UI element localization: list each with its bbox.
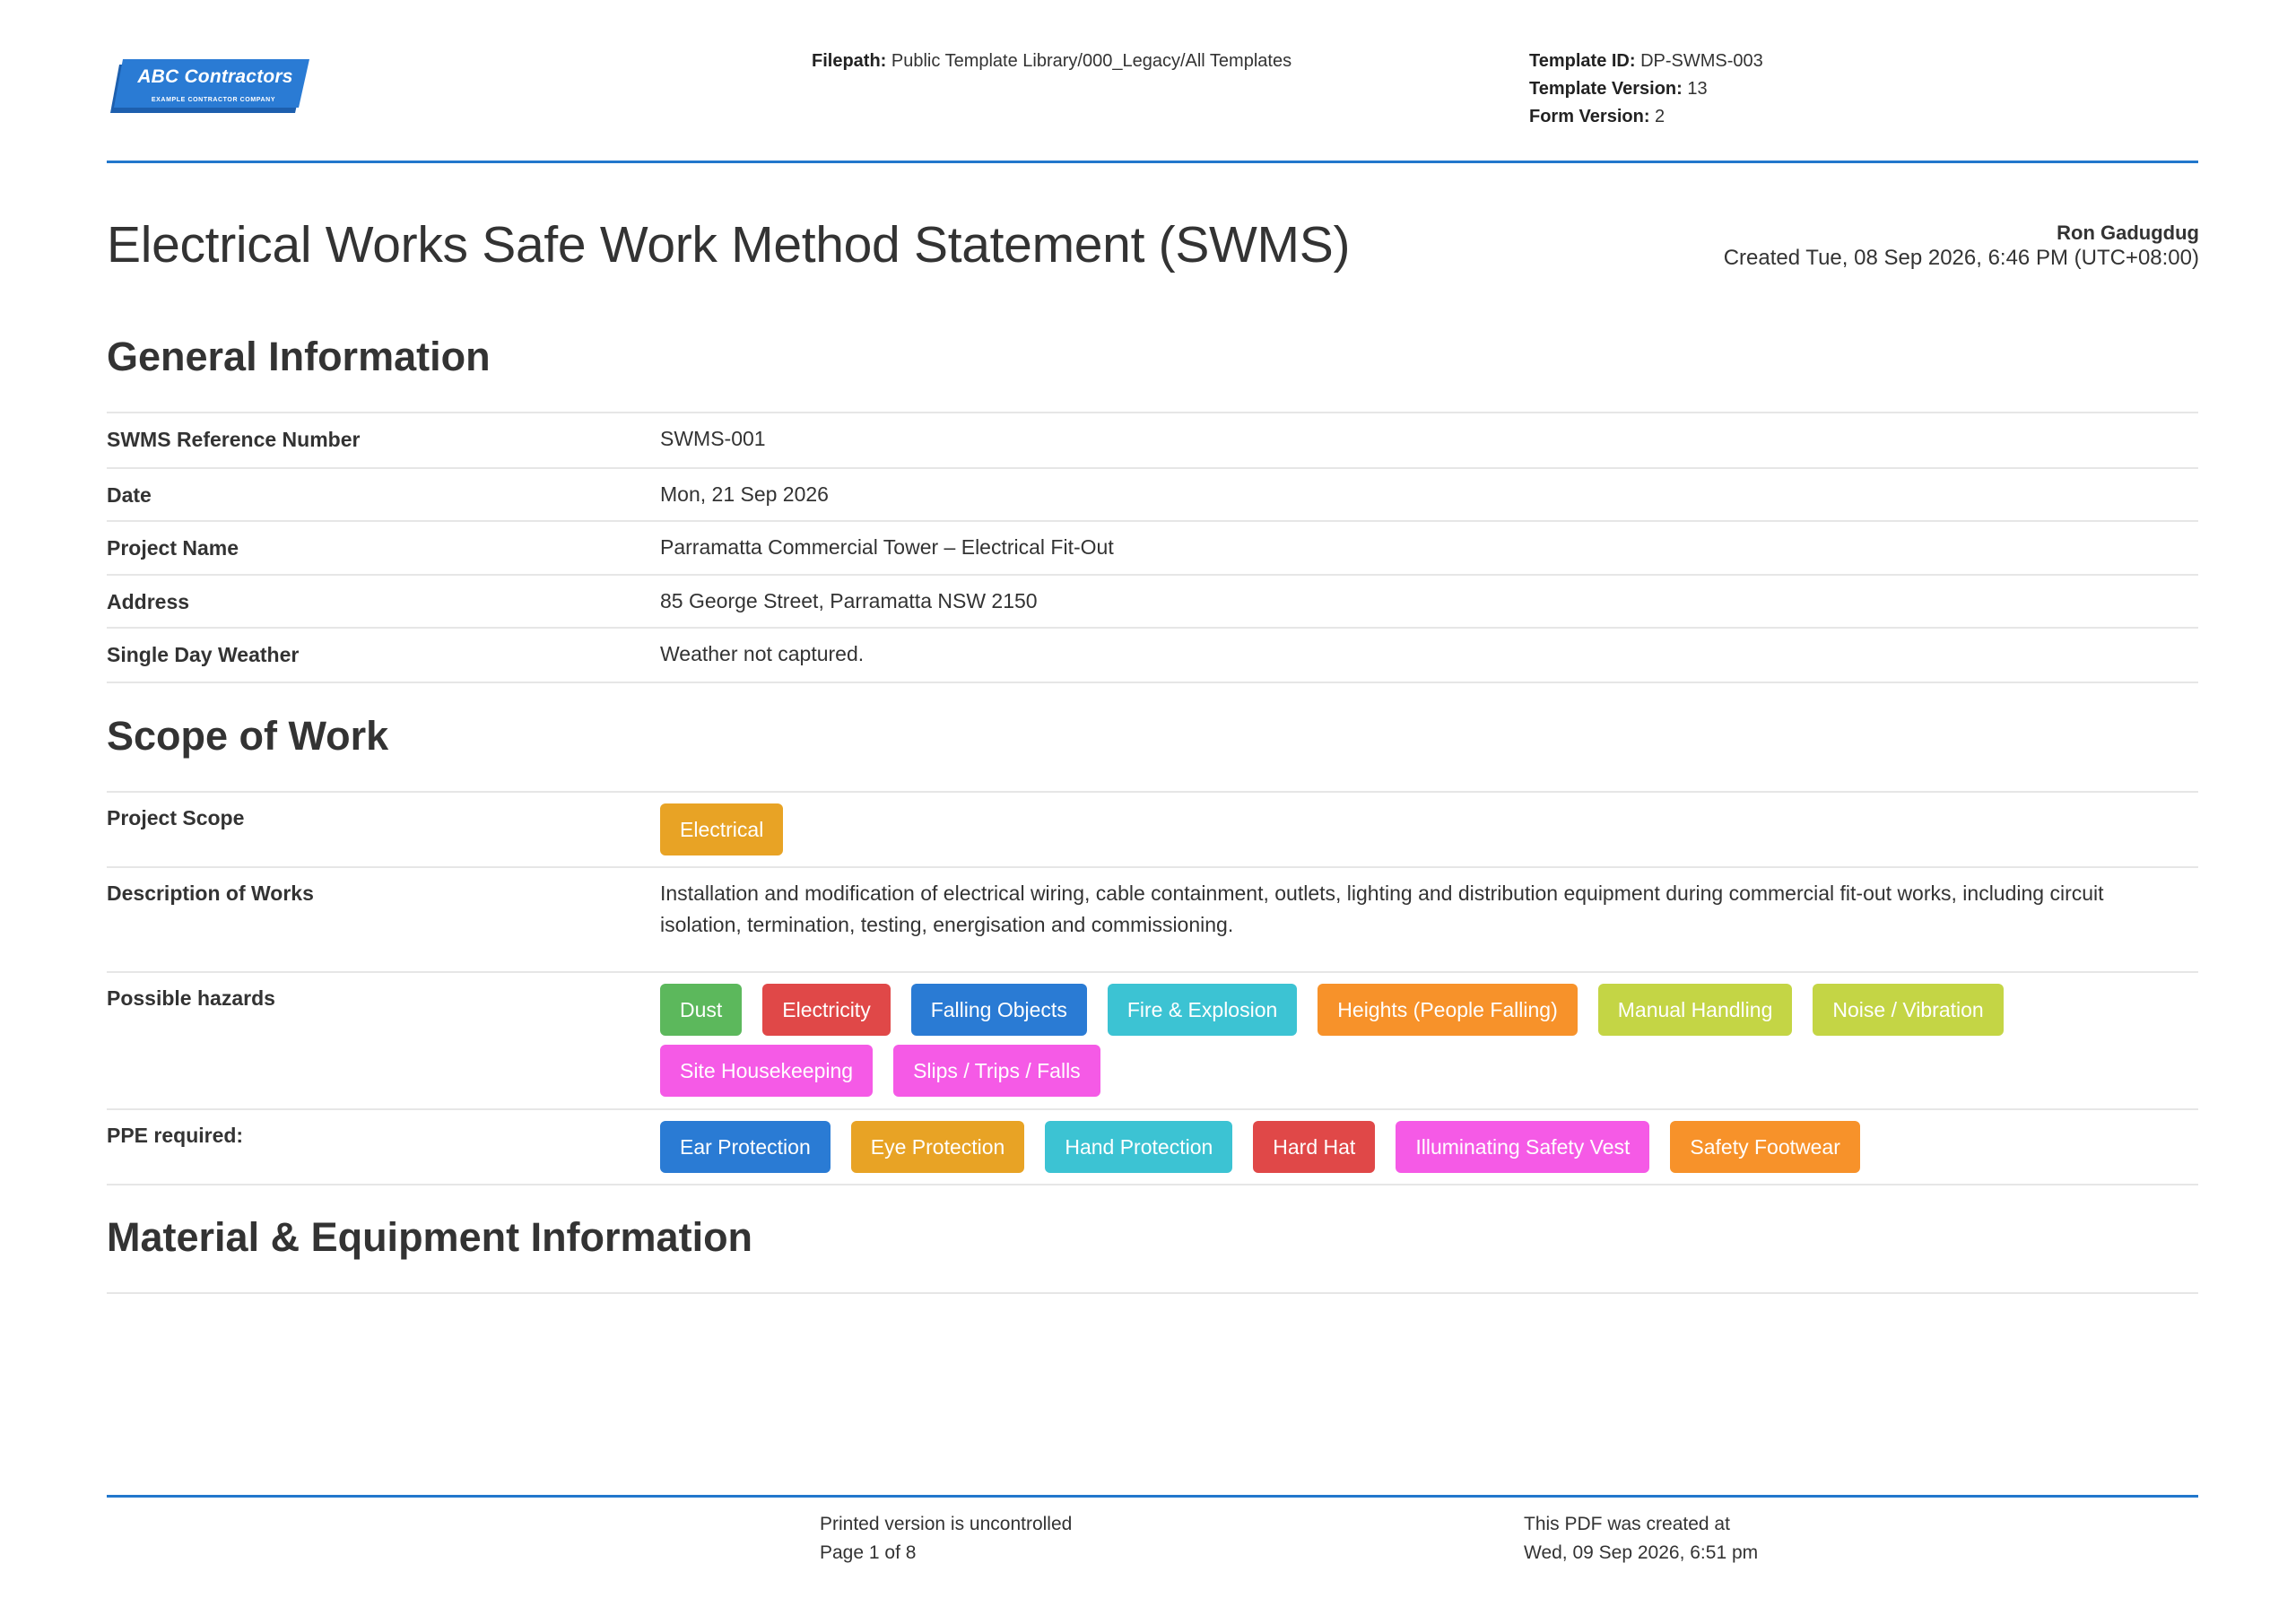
footer-created-info: This PDF was created at Wed, 09 Sep 2026… — [1524, 1510, 1758, 1568]
template-id-row: Template ID: DP-SWMS-003 — [1529, 48, 1763, 75]
template-id-label: Template ID: — [1529, 51, 1636, 71]
project-scope-tags: Electrical — [660, 803, 2198, 855]
uncontrolled-notice: Printed version is uncontrolled — [820, 1514, 1073, 1534]
template-info: Template ID: DP-SWMS-003 Template Versio… — [1529, 48, 1763, 131]
logo-name: ABC Contractors — [137, 66, 293, 87]
footer-page-info: Printed version is uncontrolled Page 1 o… — [820, 1510, 1072, 1568]
ppe-tag: Eye Protection — [850, 1121, 1025, 1173]
footer-divider — [107, 1495, 2198, 1498]
hazard-tag: Fire & Explosion — [1107, 984, 1298, 1036]
field-label-hazards: Possible hazards — [107, 986, 275, 1010]
created-date: Created Tue, 08 Sep 2026, 6:46 PM (UTC+0… — [1723, 246, 2199, 270]
divider — [107, 467, 2198, 469]
divider — [107, 627, 2198, 629]
section-title-materials: Material & Equipment Information — [107, 1214, 753, 1260]
divider — [107, 1184, 2198, 1185]
form-version-row: Form Version: 2 — [1529, 103, 1763, 131]
pdf-created-label: This PDF was created at — [1524, 1514, 1730, 1534]
ppe-tag: Hand Protection — [1045, 1121, 1233, 1173]
field-label-swms-reference: SWMS Reference Number — [107, 428, 361, 451]
ppe-tag: Hard Hat — [1253, 1121, 1376, 1173]
field-value-weather: Weather not captured. — [660, 642, 865, 665]
hazard-tag: Noise / Vibration — [1813, 984, 2004, 1036]
field-label-description: Description of Works — [107, 881, 314, 905]
template-version-label: Template Version: — [1529, 79, 1683, 99]
template-id-value: DP-SWMS-003 — [1640, 51, 1763, 71]
field-value-date: Mon, 21 Sep 2026 — [660, 482, 829, 506]
field-label-project-name: Project Name — [107, 536, 239, 560]
divider — [107, 1108, 2198, 1110]
filepath-value: Public Template Library/000_Legacy/All T… — [891, 51, 1292, 71]
template-version-row: Template Version: 13 — [1529, 75, 1763, 103]
company-logo: ABC Contractors EXAMPLE CONTRACTOR COMPA… — [110, 59, 309, 117]
pdf-created-value: Wed, 09 Sep 2026, 6:51 pm — [1524, 1542, 1759, 1563]
hazard-tags: Dust Electricity Falling Objects Fire & Exp… — [660, 984, 2198, 1097]
divider — [107, 412, 2198, 413]
author-name: Ron Gadugdug — [2057, 221, 2199, 244]
field-label-project-scope: Project Scope — [107, 806, 245, 829]
divider — [107, 520, 2198, 522]
hazard-tag: Electricity — [762, 984, 891, 1036]
ppe-tag: Illuminating Safety Vest — [1396, 1121, 1650, 1173]
divider — [107, 1292, 2198, 1294]
field-label-weather: Single Day Weather — [107, 643, 300, 666]
hazard-tag: Slips / Trips / Falls — [893, 1045, 1100, 1097]
filepath-info: Filepath: Public Template Library/000_Le… — [812, 48, 1292, 75]
project-scope-tag: Electrical — [660, 803, 784, 855]
section-title-general-information: General Information — [107, 334, 491, 379]
divider — [107, 791, 2198, 793]
section-title-scope-of-work: Scope of Work — [107, 713, 389, 759]
form-version-value: 2 — [1655, 107, 1665, 126]
document-title: Electrical Works Safe Work Method Statem… — [107, 216, 1351, 274]
hazard-tag: Site Housekeeping — [660, 1045, 874, 1097]
field-label-address: Address — [107, 590, 190, 613]
divider — [107, 866, 2198, 868]
ppe-tag: Safety Footwear — [1670, 1121, 1860, 1173]
hazard-tag: Dust — [660, 984, 743, 1036]
page-header: ABC Contractors EXAMPLE CONTRACTOR COMPA… — [107, 0, 2198, 163]
field-value-swms-reference: SWMS-001 — [660, 427, 766, 450]
field-label-ppe: PPE required: — [107, 1124, 244, 1147]
form-version-label: Form Version: — [1529, 107, 1650, 126]
page-number: Page 1 of 8 — [820, 1542, 917, 1563]
hazard-tag: Heights (People Falling) — [1318, 984, 1578, 1036]
ppe-tags: Ear Protection Eye Protection Hand Protect… — [660, 1121, 2198, 1173]
field-value-project-name: Parramatta Commercial Tower – Electrical… — [660, 535, 1114, 559]
field-label-date: Date — [107, 483, 152, 507]
filepath-label: Filepath: — [812, 51, 887, 71]
divider — [107, 971, 2198, 973]
ppe-tag: Ear Protection — [660, 1121, 831, 1173]
author-info: Ron Gadugdug Created Tue, 08 Sep 2026, 6… — [1724, 221, 2199, 271]
field-value-address: 85 George Street, Parramatta NSW 2150 — [660, 589, 1038, 612]
divider — [107, 574, 2198, 576]
divider — [107, 682, 2198, 683]
logo-tagline: EXAMPLE CONTRACTOR COMPANY — [151, 97, 276, 103]
field-value-description: Installation and modification of electri… — [660, 881, 2104, 936]
template-version-value: 13 — [1687, 79, 1708, 99]
hazard-tag: Manual Handling — [1597, 984, 1793, 1036]
hazard-tag: Falling Objects — [910, 984, 1087, 1036]
